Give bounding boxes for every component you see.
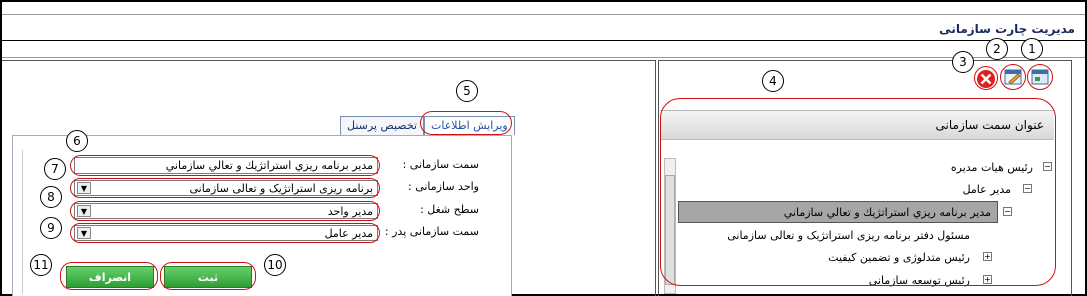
top-divider bbox=[2, 14, 1085, 15]
callout-8: 8 bbox=[40, 186, 62, 208]
annotation-oval-job-level bbox=[70, 201, 380, 221]
annotation-oval-icon2 bbox=[1000, 64, 1026, 90]
callout-2: 2 bbox=[986, 38, 1008, 60]
annotation-oval-cancel bbox=[60, 262, 158, 290]
tab-assign-personnel[interactable]: تخصیص پرسنل bbox=[340, 116, 424, 135]
annotation-oval-tree bbox=[660, 98, 1056, 286]
job-level-label: سطح شغل : bbox=[420, 203, 479, 216]
parent-position-label: سمت سازمانی پدر : bbox=[384, 225, 479, 238]
position-label: سمت سازمانی : bbox=[402, 158, 479, 171]
annotation-oval-parent bbox=[70, 223, 380, 243]
callout-11: 11 bbox=[30, 254, 52, 276]
annotation-oval-icon3 bbox=[974, 66, 998, 90]
annotation-oval-icon1 bbox=[1027, 64, 1053, 90]
callout-4: 4 bbox=[762, 70, 784, 92]
callout-10: 10 bbox=[264, 254, 286, 276]
title-divider-2 bbox=[2, 57, 1085, 58]
callout-3: 3 bbox=[952, 51, 974, 73]
title-divider bbox=[2, 40, 1085, 41]
callout-1: 1 bbox=[1021, 38, 1043, 60]
page-title: مدیریت چارت سازمانی bbox=[939, 22, 1075, 36]
annotation-oval-save bbox=[160, 262, 256, 290]
callout-9: 9 bbox=[40, 217, 62, 239]
annotation-oval-unit bbox=[70, 178, 380, 198]
annotation-oval-tab bbox=[420, 111, 512, 135]
unit-label: واحد سازمانی : bbox=[408, 180, 479, 193]
callout-5: 5 bbox=[456, 80, 478, 102]
callout-6: 6 bbox=[66, 130, 88, 152]
form-scrollbar[interactable] bbox=[14, 150, 23, 294]
annotation-oval-position bbox=[70, 155, 380, 176]
callout-7: 7 bbox=[44, 158, 66, 180]
